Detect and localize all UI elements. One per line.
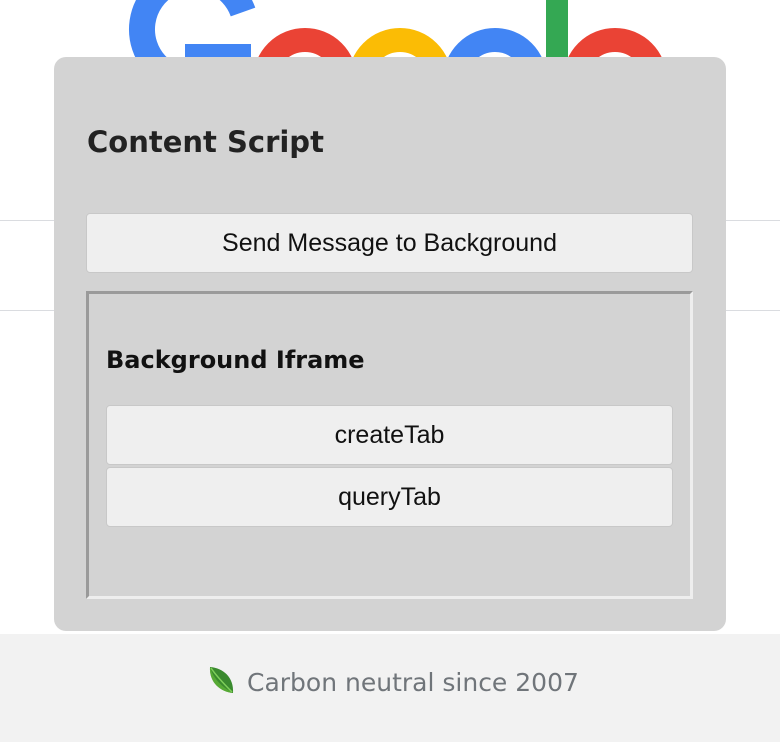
panel-title: Content Script (87, 125, 324, 159)
send-message-button[interactable]: Send Message to Background (86, 213, 693, 273)
leaf-icon (207, 665, 235, 700)
google-logo (0, 0, 780, 60)
iframe-title: Background Iframe (106, 346, 365, 374)
create-tab-button[interactable]: createTab (106, 405, 673, 465)
carbon-neutral-text: Carbon neutral since 2007 (247, 667, 579, 697)
content-script-panel: Content Script Send Message to Backgroun… (54, 57, 726, 631)
carbon-neutral-link[interactable]: Carbon neutral since 2007 (207, 662, 579, 702)
background-iframe: Background Iframe createTab queryTab (86, 291, 693, 599)
query-tab-button[interactable]: queryTab (106, 467, 673, 527)
